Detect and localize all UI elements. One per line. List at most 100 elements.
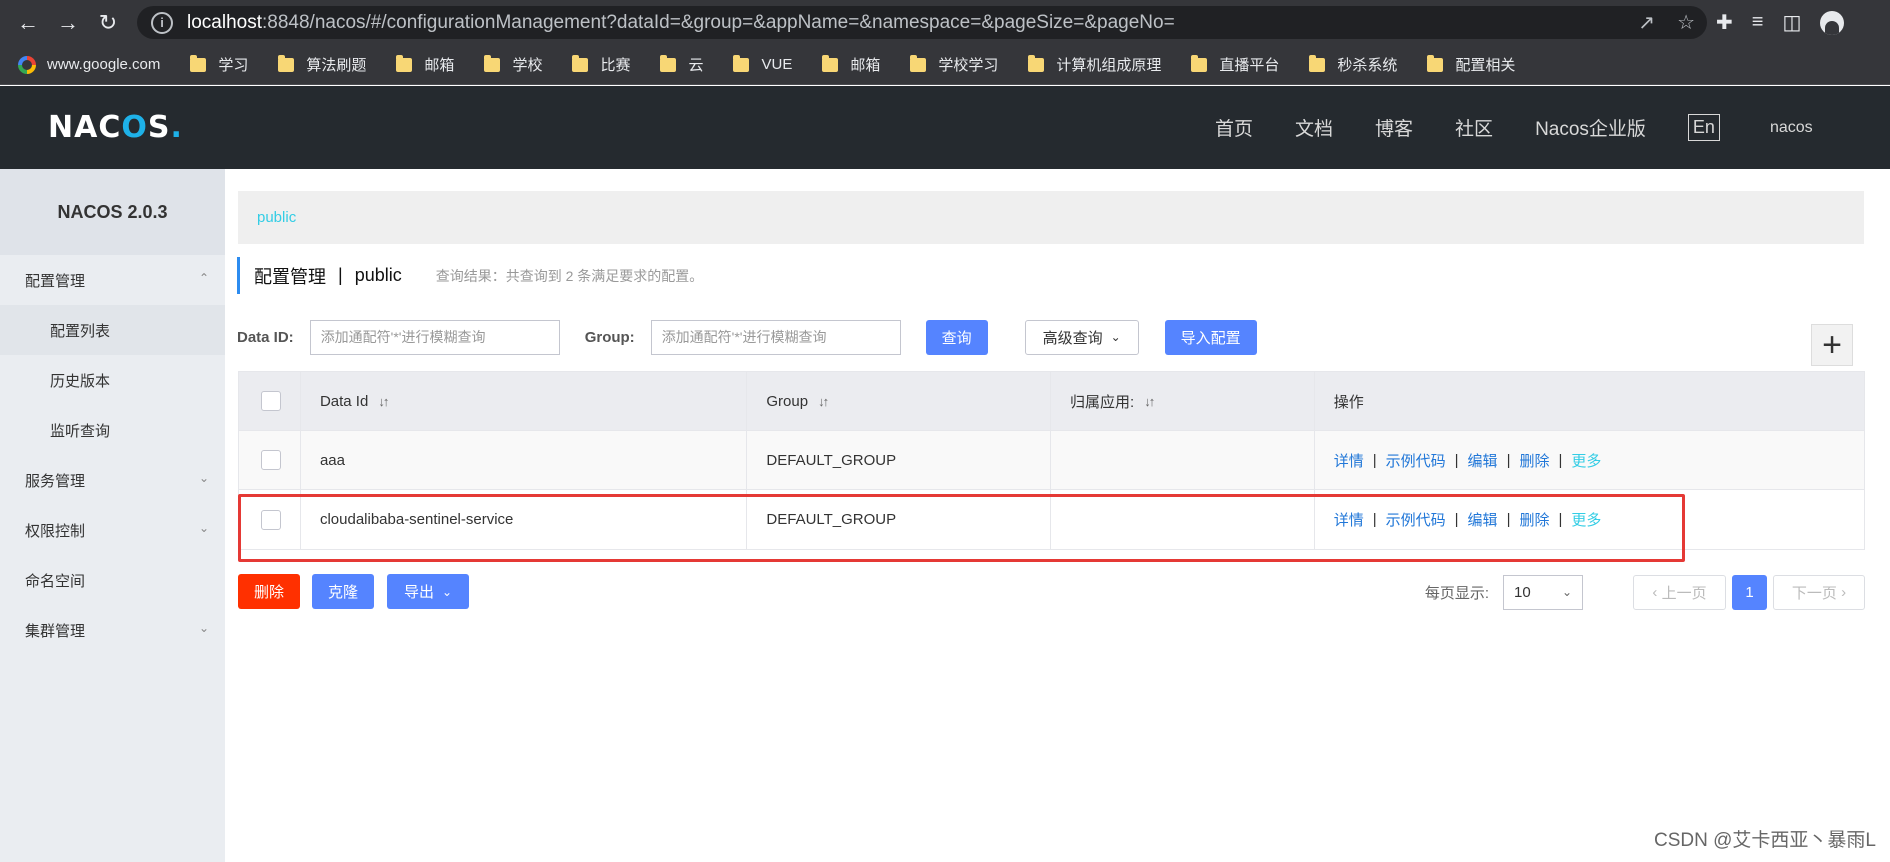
folder-icon bbox=[1028, 54, 1045, 72]
add-config-button[interactable]: + bbox=[1811, 324, 1853, 366]
bookmark-item[interactable]: 邮箱 bbox=[822, 54, 880, 75]
forward-arrow-icon[interactable]: → bbox=[48, 3, 88, 43]
sample-code-link[interactable]: 示例代码 bbox=[1386, 509, 1446, 530]
profile-avatar-icon[interactable] bbox=[1820, 10, 1845, 35]
prev-page-button[interactable]: ‹ 上一页 bbox=[1633, 574, 1726, 610]
more-link[interactable]: 更多 bbox=[1571, 509, 1601, 530]
bookmark-item[interactable]: 邮箱 bbox=[396, 54, 454, 75]
bookmark-label: 邮箱 bbox=[424, 57, 455, 74]
cell-data-id: cloudalibaba-sentinel-service bbox=[301, 490, 748, 549]
folder-icon bbox=[1309, 54, 1326, 72]
sort-icon[interactable]: ↓↑ bbox=[378, 394, 389, 409]
bookmark-item[interactable]: 算法刷题 bbox=[278, 54, 366, 75]
bookmark-item[interactable]: 配置相关 bbox=[1427, 54, 1515, 75]
share-icon[interactable]: ↗ bbox=[1638, 10, 1655, 35]
sort-icon[interactable]: ↓↑ bbox=[1144, 394, 1155, 409]
bookmark-item[interactable]: 学校学习 bbox=[910, 54, 998, 75]
advanced-query-button[interactable]: 高级查询 ⌄ bbox=[1024, 319, 1139, 355]
sidebar-item-config-list[interactable]: 配置列表 bbox=[0, 305, 225, 355]
chevron-down-icon: ⌄ bbox=[1110, 330, 1121, 344]
back-arrow-icon[interactable]: ← bbox=[8, 3, 48, 43]
search-button[interactable]: 查询 bbox=[925, 319, 988, 355]
page-title-namespace: public bbox=[354, 265, 402, 285]
table-footer: 删除 克隆 导出 ⌄ 每页显示: 10 ⌄ ‹ 上一页 1 下一页 › bbox=[237, 574, 1865, 610]
bookmark-label: 学校学习 bbox=[938, 57, 999, 74]
cell-data-id: aaa bbox=[301, 431, 748, 489]
bookmark-label: VUE bbox=[761, 56, 793, 73]
url-path: :8848/nacos/#/configurationManagement?da… bbox=[262, 11, 1175, 33]
reading-list-icon[interactable]: ≡ bbox=[1752, 11, 1764, 34]
page-size-value: 10 bbox=[1514, 583, 1531, 601]
bookmark-item[interactable]: VUE bbox=[733, 54, 793, 73]
details-link[interactable]: 详情 bbox=[1334, 450, 1364, 471]
sidebar-item-listener-query[interactable]: 监听查询 bbox=[0, 405, 225, 455]
column-header-data-id[interactable]: Data Id ↓↑ bbox=[301, 372, 748, 430]
column-header-app[interactable]: 归属应用: ↓↑ bbox=[1051, 372, 1315, 430]
sidebar-item-cluster-management[interactable]: 集群管理 ⌄ bbox=[0, 605, 225, 655]
more-link[interactable]: 更多 bbox=[1571, 450, 1601, 471]
current-page[interactable]: 1 bbox=[1732, 574, 1767, 610]
plus-icon: + bbox=[1822, 325, 1842, 364]
nacos-logo[interactable]: NACOS. bbox=[48, 110, 183, 145]
group-input[interactable]: 添加通配符'*'进行模糊查询 bbox=[650, 319, 901, 355]
bookmark-item[interactable]: 直播平台 bbox=[1191, 54, 1279, 75]
nav-enterprise[interactable]: Nacos企业版 bbox=[1535, 114, 1646, 141]
bookmark-label: 配置相关 bbox=[1455, 57, 1516, 74]
nav-home[interactable]: 首页 bbox=[1215, 114, 1253, 141]
clone-button[interactable]: 克隆 bbox=[312, 574, 374, 609]
column-header-label: 操作 bbox=[1333, 393, 1364, 411]
nav-docs[interactable]: 文档 bbox=[1295, 114, 1333, 141]
import-config-button[interactable]: 导入配置 bbox=[1164, 319, 1257, 355]
nav-community[interactable]: 社区 bbox=[1455, 114, 1493, 141]
data-id-input[interactable]: 添加通配符'*'进行模糊查询 bbox=[309, 319, 560, 355]
row-checkbox[interactable] bbox=[261, 509, 281, 530]
bookmark-item[interactable]: 学习 bbox=[190, 54, 248, 75]
page-size-select[interactable]: 10 ⌄ bbox=[1503, 574, 1583, 610]
folder-icon bbox=[484, 54, 501, 72]
namespace-tab-public[interactable]: public bbox=[257, 209, 296, 226]
batch-delete-button[interactable]: 删除 bbox=[238, 574, 300, 609]
bookmark-item[interactable]: www.google.com bbox=[18, 55, 160, 74]
cell-app bbox=[1051, 431, 1315, 489]
side-panel-icon[interactable]: ◫ bbox=[1782, 10, 1801, 35]
result-hint: 查询结果：共查询到 2 条满足要求的配置。 bbox=[435, 267, 704, 284]
extensions-icon[interactable]: ✚ bbox=[1716, 10, 1733, 35]
sidebar-item-namespace[interactable]: 命名空间 bbox=[0, 555, 225, 605]
sidebar-item-history[interactable]: 历史版本 bbox=[0, 355, 225, 405]
delete-link[interactable]: 删除 bbox=[1519, 509, 1549, 530]
sample-code-link[interactable]: 示例代码 bbox=[1386, 450, 1446, 471]
bookmark-item[interactable]: 学校 bbox=[484, 54, 542, 75]
chevron-up-icon: ⌃ bbox=[199, 271, 210, 285]
next-page-button[interactable]: 下一页 › bbox=[1773, 574, 1865, 610]
data-id-label: Data ID: bbox=[237, 328, 294, 346]
sidebar-item-label: 权限控制 bbox=[25, 522, 86, 540]
reload-icon[interactable]: ↻ bbox=[88, 3, 128, 43]
sidebar-item-service-management[interactable]: 服务管理 ⌄ bbox=[0, 455, 225, 505]
sidebar-item-config-management[interactable]: 配置管理 ⌃ bbox=[0, 255, 225, 305]
edit-link[interactable]: 编辑 bbox=[1468, 509, 1498, 530]
address-bar[interactable]: i localhost :8848/nacos/#/configurationM… bbox=[137, 6, 1707, 39]
folder-icon bbox=[396, 54, 413, 72]
row-checkbox[interactable] bbox=[261, 450, 281, 470]
user-menu[interactable]: nacos bbox=[1770, 119, 1813, 137]
delete-link[interactable]: 删除 bbox=[1519, 450, 1549, 471]
bookmark-label: 学校 bbox=[512, 57, 543, 74]
bookmark-item[interactable]: 云 bbox=[660, 54, 703, 75]
folder-icon bbox=[910, 54, 927, 72]
column-header-group[interactable]: Group ↓↑ bbox=[747, 372, 1052, 430]
bookmark-item[interactable]: 计算机组成原理 bbox=[1028, 54, 1161, 75]
sort-icon[interactable]: ↓↑ bbox=[818, 394, 829, 409]
row-select-cell bbox=[239, 490, 301, 549]
bookmark-item[interactable]: 秒杀系统 bbox=[1309, 54, 1397, 75]
sidebar-item-access-control[interactable]: 权限控制 ⌄ bbox=[0, 505, 225, 555]
bookmark-star-icon[interactable]: ☆ bbox=[1677, 10, 1695, 35]
bookmark-item[interactable]: 比赛 bbox=[572, 54, 630, 75]
details-link[interactable]: 详情 bbox=[1334, 509, 1364, 530]
language-switch[interactable]: En bbox=[1687, 114, 1720, 141]
nav-blog[interactable]: 博客 bbox=[1375, 114, 1413, 141]
edit-link[interactable]: 编辑 bbox=[1468, 450, 1498, 471]
export-button[interactable]: 导出 ⌄ bbox=[387, 574, 469, 609]
namespace-bar: public bbox=[238, 191, 1864, 244]
select-all-checkbox[interactable] bbox=[261, 391, 281, 411]
site-info-icon[interactable]: i bbox=[151, 11, 173, 34]
